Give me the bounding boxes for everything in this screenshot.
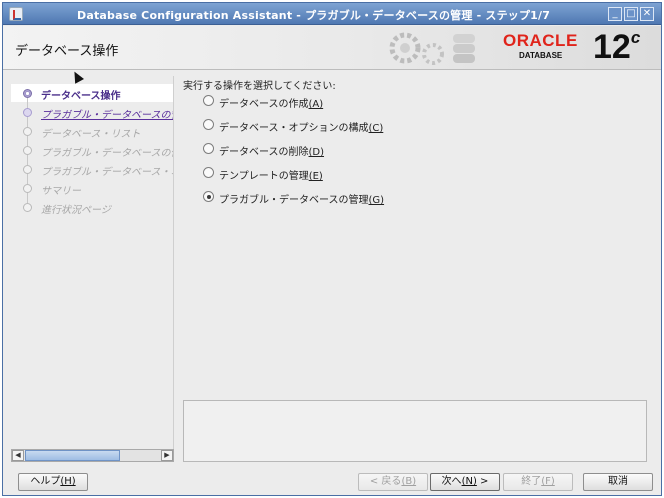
operation-prompt: 実行する操作を選択してください: — [183, 81, 336, 92]
help-button-mnemonic: (H) — [60, 476, 76, 487]
nav-step-pdb-options: プラガブル・データベース・オプション — [11, 155, 173, 178]
nav-step-database-list: データベース・リスト — [11, 117, 173, 140]
page-title: データベース操作 — [15, 44, 119, 59]
help-button-label: ヘルプ — [30, 476, 61, 487]
version-suffix: c — [630, 28, 641, 47]
scroll-right-icon[interactable]: ▶ — [161, 450, 173, 461]
cancel-button[interactable]: 取消 — [583, 473, 653, 491]
step-connector — [27, 98, 28, 108]
step-connector — [27, 174, 28, 184]
back-button-mnemonic: (B) — [401, 476, 417, 487]
nav-step-label: データベース操作 — [41, 91, 121, 102]
option-mnemonic: (A) — [308, 99, 324, 110]
nav-step-manage-pdb[interactable]: プラガブル・データベースの管理 — [11, 98, 173, 121]
java-app-icon — [9, 7, 23, 21]
oracle-logo-sub: DATABASE — [519, 51, 563, 60]
step-indicator-icon — [23, 184, 32, 193]
cancel-button-label: 取消 — [608, 476, 628, 487]
nav-step-label: プラガブル・データベース・オプション — [41, 167, 173, 178]
back-button[interactable]: < 戻る(B) — [358, 473, 428, 491]
oracle-logo: ORACLE DATABASE — [503, 32, 589, 62]
step-indicator-icon — [23, 165, 32, 174]
option-label: データベースの作成 — [219, 99, 309, 110]
step-connector — [27, 193, 28, 203]
operation-panel: 実行する操作を選択してください: データベースの作成(A) データベース・オプシ… — [175, 70, 661, 465]
minimize-button[interactable]: _ — [608, 7, 622, 21]
step-indicator-icon — [23, 146, 32, 155]
nav-step-label: プラガブル・データベースの管理 — [41, 110, 173, 121]
nav-step-label: プラガブル・データベースの作成 — [41, 148, 173, 159]
maximize-button[interactable]: □ — [624, 7, 638, 21]
nav-step-create-pdb: プラガブル・データベースの作成 — [11, 136, 173, 159]
description-box — [183, 400, 647, 462]
step-connector — [27, 155, 28, 165]
next-button-mnemonic: (N) — [461, 476, 477, 487]
radio-button-icon[interactable] — [203, 143, 214, 154]
oracle-logo-word: ORACLE — [503, 31, 578, 50]
window-title: Database Configuration Assistant - プラガブル… — [77, 9, 551, 22]
radio-button-icon[interactable] — [203, 167, 214, 178]
nav-step-label: データベース・リスト — [41, 129, 141, 140]
radio-button-selected-icon[interactable] — [203, 191, 214, 202]
gears-decoration-icon — [389, 32, 475, 65]
nav-step-label: 進行状況ページ — [41, 205, 111, 216]
version-number: 12 — [593, 28, 631, 66]
option-mnemonic: (C) — [368, 123, 384, 134]
step-indicator-icon — [23, 108, 32, 117]
finish-button-label: 終了 — [521, 476, 542, 487]
scrollbar-thumb[interactable] — [25, 450, 120, 461]
radio-button-icon[interactable] — [203, 95, 214, 106]
finish-button[interactable]: 終了(F) — [503, 473, 573, 491]
nav-step-label: サマリー — [41, 186, 81, 197]
nav-horizontal-scrollbar[interactable]: ◀ ▶ — [11, 449, 174, 462]
radio-button-icon[interactable] — [203, 119, 214, 130]
option-mnemonic: (E) — [308, 171, 323, 182]
nav-step-progress: 進行状況ページ — [11, 193, 173, 216]
title-bar: Database Configuration Assistant - プラガブル… — [3, 3, 661, 25]
finish-button-mnemonic: (F) — [541, 476, 555, 487]
header-banner: データベース操作 ORACLE DATABASE 12c — [3, 26, 661, 70]
help-button[interactable]: ヘルプ(H) — [18, 473, 88, 491]
step-connector — [27, 117, 28, 127]
option-label: テンプレートの管理 — [219, 171, 309, 182]
nav-step-summary: サマリー — [11, 174, 173, 197]
option-mnemonic: (G) — [368, 195, 385, 206]
step-navigation: データベース操作 プラガブル・データベースの管理 データベース・リスト プラガブ… — [11, 76, 174, 461]
nav-step-database-operation[interactable]: データベース操作 — [11, 84, 173, 102]
dbca-window: Database Configuration Assistant - プラガブル… — [2, 2, 662, 496]
option-label: プラガブル・データベースの管理 — [219, 195, 369, 206]
option-mnemonic: (D) — [308, 147, 325, 158]
scroll-left-icon[interactable]: ◀ — [12, 450, 24, 461]
step-indicator-icon — [23, 127, 32, 136]
next-button[interactable]: 次へ(N) > — [430, 473, 500, 491]
version-logo: 12c — [593, 28, 640, 66]
step-indicator-icon — [23, 89, 32, 98]
next-button-label: 次へ — [441, 476, 462, 487]
option-label: データベース・オプションの構成 — [219, 123, 369, 134]
step-indicator-icon — [23, 203, 32, 212]
step-connector — [27, 136, 28, 146]
option-label: データベースの削除 — [219, 147, 309, 158]
close-button[interactable]: ✕ — [640, 7, 654, 21]
next-button-arrow: > — [476, 476, 489, 487]
back-button-label: < 戻る — [369, 476, 402, 487]
